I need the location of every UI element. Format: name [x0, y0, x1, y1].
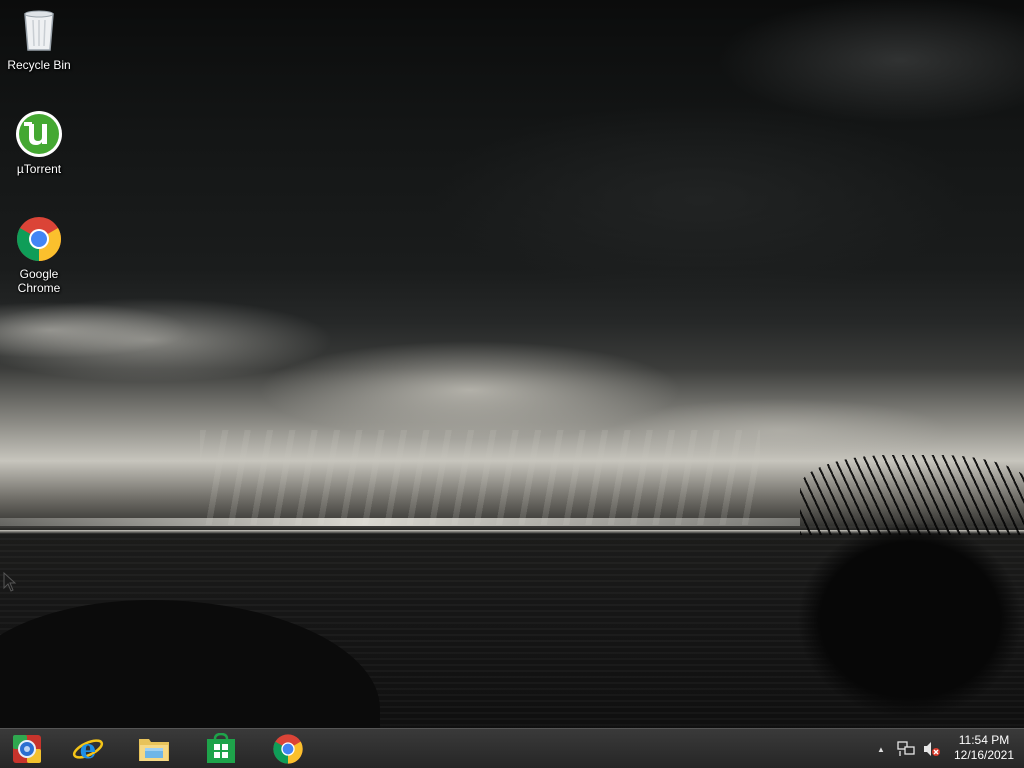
desktop-icon-utorrent[interactable]: µTorrent [1, 110, 77, 176]
remote-desktop-icon [13, 735, 41, 763]
wallpaper-bush-branches [800, 455, 1024, 535]
windows-store-icon [207, 733, 235, 763]
wallpaper-sunrays [200, 430, 760, 525]
tray-overflow-button[interactable]: ▲ [872, 729, 890, 768]
taskbar-store-button[interactable] [194, 731, 248, 767]
mouse-cursor-icon [3, 572, 17, 592]
desktop-icon-chrome[interactable]: Google Chrome [1, 215, 77, 295]
desktop[interactable]: Recycle Bin µTorrent Google Chrome e ▲ 1… [0, 0, 1024, 768]
network-icon [897, 741, 915, 756]
file-explorer-icon [139, 739, 169, 761]
taskbar-internet-explorer-button[interactable]: e [61, 731, 115, 767]
desktop-icon-recycle-bin[interactable]: Recycle Bin [1, 6, 77, 72]
desktop-icon-label: Recycle Bin [7, 58, 71, 72]
svg-text:e: e [80, 735, 97, 765]
volume-muted-icon [924, 742, 940, 756]
clock-time: 11:54 PM [958, 733, 1010, 747]
tray-network-button[interactable] [894, 729, 918, 768]
clock-date: 12/16/2021 [953, 748, 1015, 762]
taskbar-clock[interactable]: 11:54 PM 12/16/2021 [948, 733, 1020, 765]
taskbar-file-explorer-button[interactable] [127, 731, 181, 767]
chevron-up-icon: ▲ [877, 744, 885, 754]
wallpaper-horizon [0, 518, 800, 526]
chrome-icon [273, 734, 303, 764]
internet-explorer-icon: e [72, 735, 104, 765]
taskbar[interactable]: e ▲ 11:54 PM 12/16/2021 [0, 728, 1024, 768]
chrome-icon [17, 217, 61, 261]
tray-volume-button[interactable] [920, 729, 944, 768]
taskbar-chrome-button[interactable] [261, 731, 315, 767]
utorrent-icon [16, 111, 62, 157]
taskbar-remote-desktop-button[interactable] [0, 731, 54, 767]
recycle-bin-icon [24, 10, 54, 51]
desktop-icon-label: µTorrent [16, 162, 62, 176]
desktop-icon-label: Google Chrome [17, 267, 61, 295]
